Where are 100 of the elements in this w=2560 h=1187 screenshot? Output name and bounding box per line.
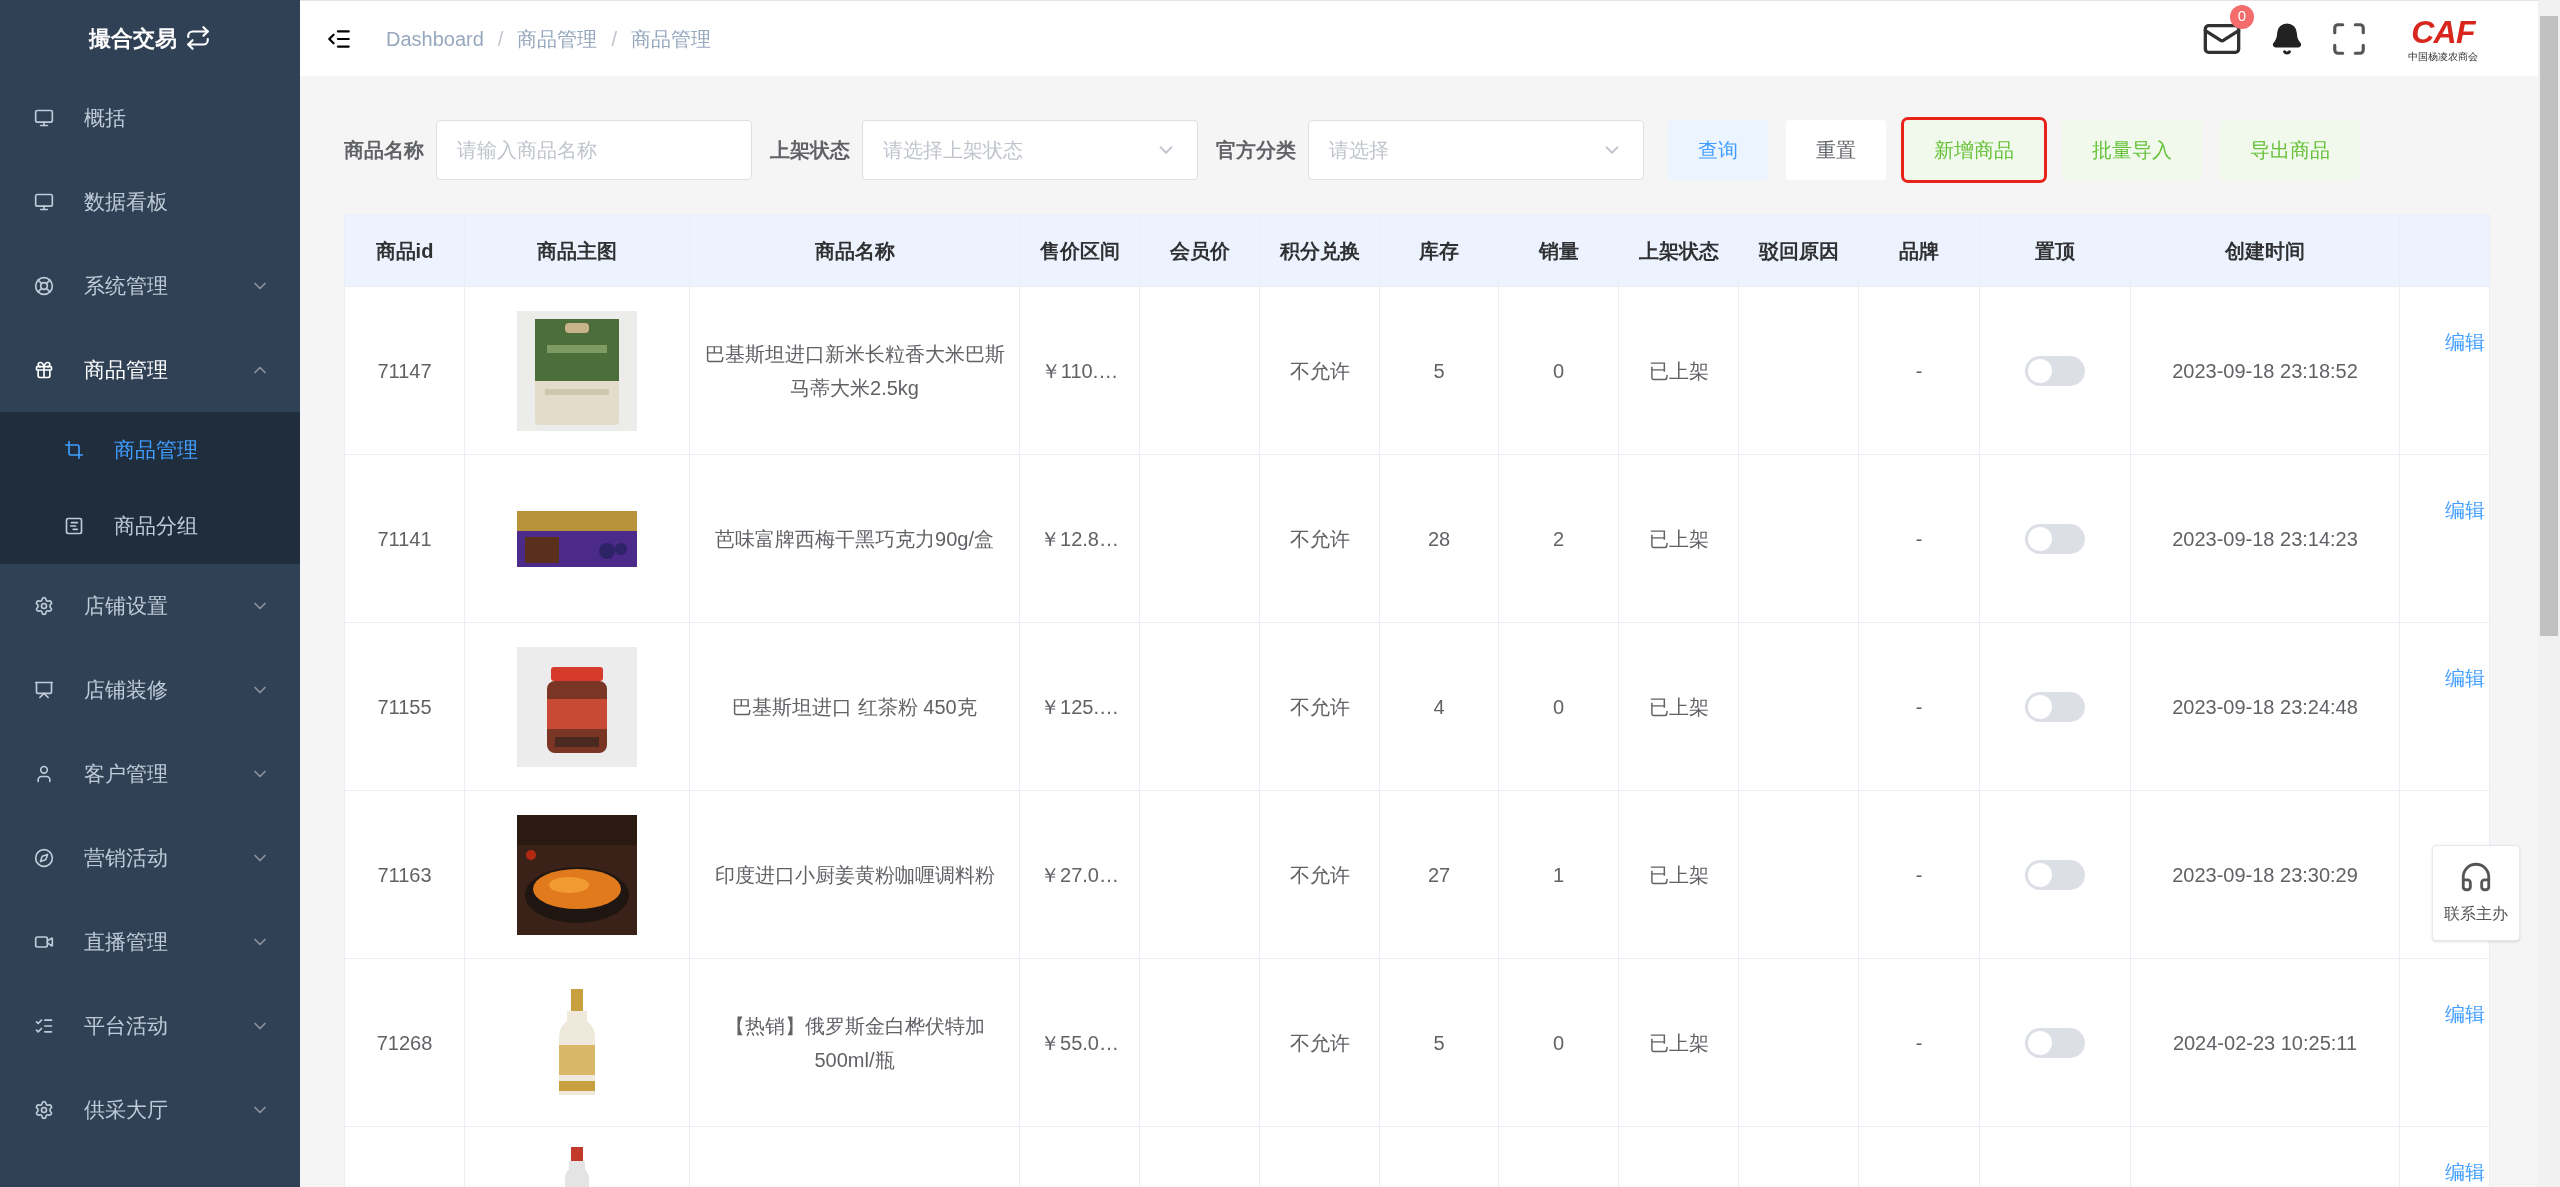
column-header: 销量 bbox=[1499, 215, 1619, 286]
menu-item[interactable]: 商品管理 bbox=[0, 328, 300, 412]
column-header: 商品名称 bbox=[690, 215, 1020, 286]
menu-item[interactable]: 平台活动 bbox=[0, 984, 300, 1068]
menu-item[interactable]: 系统管理 bbox=[0, 244, 300, 328]
table-cell-text: ￥110.… bbox=[1040, 358, 1119, 384]
menu-item[interactable]: 供采大厅 bbox=[0, 1068, 300, 1152]
table-cell-text: 71155 bbox=[377, 694, 432, 720]
table-cell-text: 不允许 bbox=[1289, 526, 1350, 552]
edit-link[interactable]: 编辑 bbox=[2445, 1157, 2485, 1187]
table-cell-text: ￥125.… bbox=[1040, 694, 1119, 720]
table-cell-text: 已上架 bbox=[1648, 358, 1709, 384]
app-title: 撮合交易 bbox=[89, 24, 177, 53]
pin-toggle[interactable] bbox=[2025, 1027, 2085, 1058]
bell-icon[interactable] bbox=[2270, 21, 2304, 56]
column-header: 售价区间 bbox=[1020, 215, 1140, 286]
headset-icon bbox=[2459, 860, 2493, 894]
table-cell-text: 不允许 bbox=[1289, 694, 1350, 720]
table-cell-text: 已上架 bbox=[1648, 1030, 1709, 1056]
table-cell-text: 2023-09-18 23:14:23 bbox=[2172, 526, 2358, 552]
table-cell-text: 巴基斯坦进口 红茶粉 450克 bbox=[732, 694, 977, 720]
menu-item[interactable]: 直播管理 bbox=[0, 900, 300, 984]
table-cell-text: ￥12.8… bbox=[1040, 526, 1119, 552]
table-cell-text: 巴基斯坦进口新米长粒香大米巴斯马蒂大米2.5kg bbox=[703, 341, 1006, 401]
filter-label: 官方分类 bbox=[1216, 138, 1296, 163]
table-cell-text: 5 bbox=[1433, 358, 1445, 384]
table-cell-text: 已上架 bbox=[1648, 526, 1709, 552]
gear-icon bbox=[34, 1100, 54, 1120]
table-cell-text: - bbox=[1915, 1030, 1923, 1056]
menu-item[interactable]: 概括 bbox=[0, 76, 300, 160]
table-cell-text: 已上架 bbox=[1648, 694, 1709, 720]
submenu-item[interactable]: 商品分组 bbox=[0, 488, 300, 564]
column-header: 商品主图 bbox=[465, 215, 690, 286]
column-header: 商品id bbox=[345, 215, 465, 286]
table-cell-text: 不允许 bbox=[1289, 862, 1350, 888]
table-cell-text: 2024-02-23 10:25:11 bbox=[2172, 1030, 2358, 1056]
filter-label: 上架状态 bbox=[770, 138, 850, 163]
edit-link[interactable]: 编辑 bbox=[2445, 327, 2485, 357]
monitor-icon bbox=[34, 192, 54, 212]
column-header: 驳回原因 bbox=[1739, 215, 1859, 286]
table-cell-text: 2 bbox=[1552, 526, 1565, 552]
menu-item[interactable]: 店铺装修 bbox=[0, 648, 300, 732]
breadcrumb-separator: / bbox=[611, 26, 617, 52]
column-header: 上架状态 bbox=[1619, 215, 1739, 286]
table-cell-text: - bbox=[1915, 526, 1923, 552]
table-cell-text: 不允许 bbox=[1289, 1030, 1350, 1056]
column-header: 积分兑换 bbox=[1260, 215, 1380, 286]
menu-item[interactable]: 客户管理 bbox=[0, 732, 300, 816]
table-cell-text: 71268 bbox=[376, 1030, 433, 1056]
edit-link[interactable]: 编辑 bbox=[2445, 663, 2485, 693]
menu-item[interactable]: 店铺设置 bbox=[0, 564, 300, 648]
table-cell-text: 2023-09-18 23:30:29 bbox=[2172, 862, 2358, 888]
menu-item[interactable]: 数据看板 bbox=[0, 160, 300, 244]
action-button[interactable]: 重置 bbox=[1786, 120, 1886, 180]
table-cell-text: 芭味富牌西梅干黑巧克力90g/盒 bbox=[715, 526, 994, 552]
table-cell-text: 【热销】俄罗斯金白桦伏特加 500ml/瓶 bbox=[723, 1013, 986, 1073]
table-cell-text: 71141 bbox=[377, 526, 432, 552]
gear-icon bbox=[34, 596, 54, 616]
table-cell-text: 印度进口小厨姜黄粉咖喱调料粉 bbox=[714, 862, 995, 888]
table-cell-text: 4 bbox=[1433, 694, 1445, 720]
checklist-icon bbox=[34, 1016, 54, 1036]
table-cell-text: 5 bbox=[1433, 1030, 1445, 1056]
breadcrumb-item: 商品管理 bbox=[630, 26, 711, 52]
column-header: 置顶 bbox=[1980, 215, 2131, 286]
table-cell-text: ￥55.0… bbox=[1040, 1030, 1119, 1056]
pin-toggle[interactable] bbox=[2025, 691, 2085, 722]
column-header: 品牌 bbox=[1859, 215, 1980, 286]
table-cell-text: - bbox=[1915, 862, 1923, 888]
edit-link[interactable]: 编辑 bbox=[2445, 495, 2485, 525]
action-button[interactable]: 查询 bbox=[1668, 120, 1768, 180]
table-cell-text: 27 bbox=[1427, 862, 1451, 888]
pin-toggle[interactable] bbox=[2025, 355, 2085, 386]
gift-icon bbox=[34, 360, 54, 380]
panel-icon bbox=[64, 516, 84, 536]
scrollbar[interactable] bbox=[2538, 0, 2560, 1187]
crop-icon bbox=[64, 440, 84, 460]
easel-icon bbox=[34, 680, 54, 700]
table-cell-text: 不允许 bbox=[1289, 358, 1350, 384]
menu-item[interactable]: 营销活动 bbox=[0, 816, 300, 900]
table-cell-text: 已上架 bbox=[1648, 862, 1709, 888]
swap-icon[interactable] bbox=[185, 25, 211, 51]
edit-link[interactable]: 编辑 bbox=[2445, 999, 2485, 1029]
notification-badge: 0 bbox=[2230, 4, 2254, 29]
table-cell-text: - bbox=[1915, 694, 1923, 720]
filter-label: 商品名称 bbox=[344, 138, 424, 163]
pin-toggle[interactable] bbox=[2025, 523, 2085, 554]
column-header: 会员价 bbox=[1140, 215, 1260, 286]
table-cell-text: - bbox=[1915, 358, 1923, 384]
pin-toggle[interactable] bbox=[2025, 859, 2085, 890]
logo: CAF 中国杨凌农商会 bbox=[2408, 15, 2478, 62]
table-cell-text: 1 bbox=[1552, 862, 1565, 888]
user-icon bbox=[34, 764, 54, 784]
compass-icon bbox=[34, 848, 54, 868]
monitor-icon bbox=[34, 108, 54, 128]
help-widget[interactable]: 联系主办 bbox=[2432, 845, 2520, 941]
column-header: 创建时间 bbox=[2131, 215, 2400, 286]
submenu-item[interactable]: 商品管理 bbox=[0, 412, 300, 488]
table-cell-text: 2023-09-18 23:18:52 bbox=[2172, 358, 2358, 384]
table-cell-text: ￥27.0… bbox=[1040, 862, 1119, 888]
table-cell-text: 0 bbox=[1552, 1030, 1565, 1056]
